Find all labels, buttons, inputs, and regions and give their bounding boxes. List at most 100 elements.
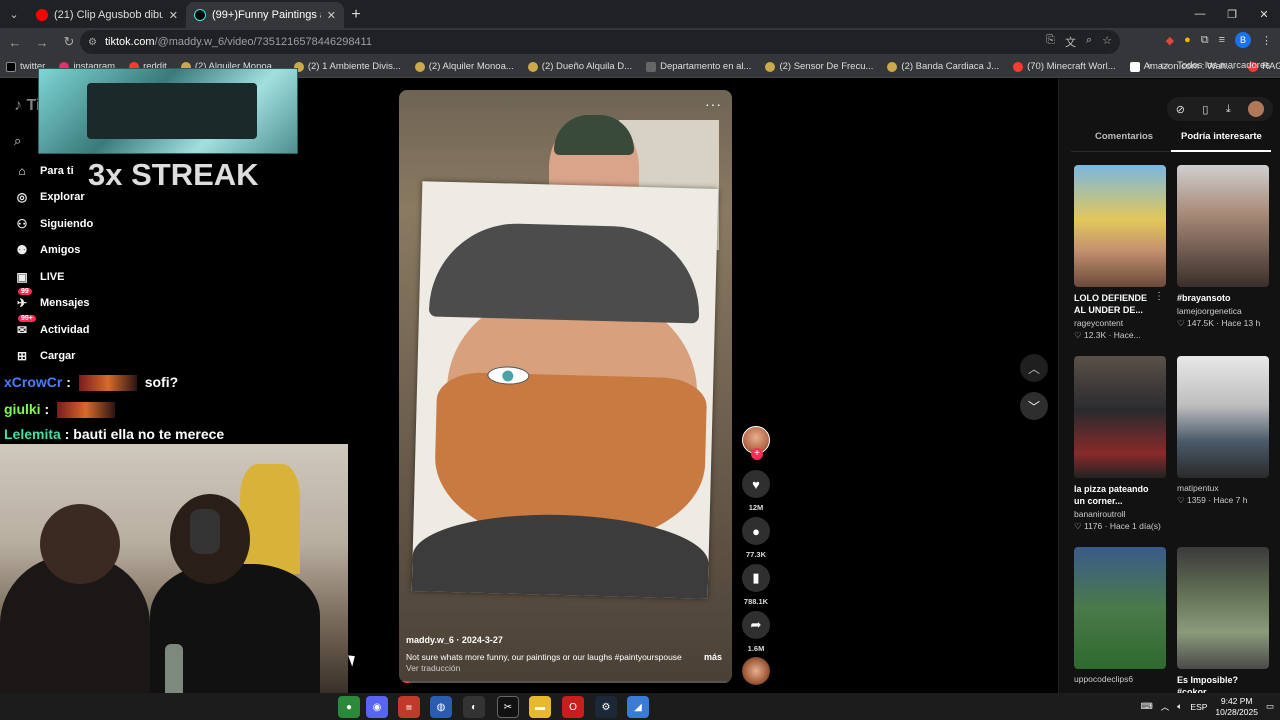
chat-emote	[78, 375, 137, 392]
previous-video-button[interactable]: ︿	[1020, 354, 1048, 382]
zoom-icon[interactable]: ⌕	[1086, 34, 1092, 50]
bookmark-item[interactable]: (2) Dueño Alquila D...	[527, 61, 632, 72]
close-window-icon[interactable]: ✕	[1248, 0, 1280, 28]
translate-link[interactable]: Ver traducción	[406, 663, 460, 673]
tab-title: (99+)Funny Paintings and Laug	[212, 9, 321, 21]
media-icon[interactable]: ≡	[1219, 34, 1225, 46]
save-button[interactable]: ▮	[742, 564, 770, 592]
maximize-icon[interactable]: ❐	[1216, 0, 1248, 28]
tab-tiktok[interactable]: (99+)Funny Paintings and Laug ✕	[186, 2, 344, 28]
chevron-up-icon[interactable]: ︿	[1161, 701, 1170, 713]
puzzle-icon[interactable]: ⧉	[1201, 34, 1209, 47]
install-app-icon[interactable]: ⎘	[1046, 34, 1055, 50]
app-icon[interactable]: ▤	[398, 696, 420, 718]
card-title: #brayansoto	[1177, 293, 1231, 303]
new-tab-button[interactable]: +	[344, 2, 368, 28]
capcut-icon[interactable]: ✂	[497, 696, 519, 718]
search-icon[interactable]: ⌕	[14, 133, 21, 149]
bookmark-item[interactable]: (2) Banda Cardiaca J...	[887, 61, 999, 72]
nav-actividad[interactable]: ✉ 99+ Actividad	[14, 315, 90, 338]
taskbar: ● ◉ ▤ ◍ ◐ ✂ ▬ O ⚙ ◢ ⌨ ︿ 🔈︎ ESP 9:42 PM 1…	[0, 693, 1280, 720]
nav-para-ti[interactable]: ⌂ Para ti	[14, 163, 73, 179]
share-button[interactable]: ➦	[742, 611, 770, 639]
more-icon[interactable]: ⋮	[1154, 291, 1164, 302]
bookmark-item[interactable]: (2) Alquiler Monoa...	[414, 61, 514, 72]
video-player[interactable]: ··· maddy.w_6 · 2024-3-27 Not sure whats…	[399, 90, 732, 683]
video-card[interactable]: uppocodeclips6	[1074, 547, 1166, 684]
phone-icon[interactable]: ▯	[1202, 103, 1208, 116]
video-progress[interactable]	[399, 681, 732, 683]
steam-icon[interactable]: ⚙	[595, 696, 617, 718]
chrome-icon[interactable]: ◍	[430, 696, 452, 718]
music-disc-icon[interactable]	[742, 657, 770, 685]
bookmark-item[interactable]: Departamento en al...	[646, 61, 751, 72]
extension-icon[interactable]: ◆	[1166, 34, 1174, 47]
translate-icon[interactable]: 文	[1065, 34, 1076, 50]
all-bookmarks-label[interactable]: Todos los marcadores	[1177, 60, 1270, 71]
site-info-icon[interactable]: ⚙	[88, 37, 97, 48]
video-card[interactable]: #brayansoto lamejoorgenetica ♡ 147.5K · …	[1177, 165, 1269, 329]
volume-icon[interactable]: 🔈︎	[1177, 701, 1182, 712]
nav-label: Cargar	[40, 350, 76, 362]
nav-mensajes[interactable]: ✈ 99 Mensajes	[14, 288, 90, 311]
nav-siguiendo[interactable]: ⚇ Siguiendo	[14, 216, 94, 232]
video-author[interactable]: maddy.w_6 · 2024-3-27	[406, 635, 503, 645]
forward-icon[interactable]: →	[30, 30, 54, 54]
nav-live[interactable]: ▣ LIVE	[14, 269, 64, 285]
nav-amigos[interactable]: ⚉ Amigos	[14, 242, 81, 258]
bookmark-star-icon[interactable]: ☆	[1102, 34, 1112, 50]
address-bar[interactable]: ⚙ tiktok.com/@maddy.w_6/video/7351216578…	[80, 30, 1120, 54]
close-tab-icon[interactable]: ✕	[169, 9, 178, 22]
bookmark-item[interactable]: (2) 1 Ambiente Divis...	[293, 61, 401, 72]
notification-icon[interactable]: ▭	[1266, 701, 1274, 712]
reload-icon[interactable]: ↻	[57, 30, 81, 54]
obs-icon[interactable]: ◐	[463, 696, 485, 718]
follow-plus-icon[interactable]: +	[751, 448, 763, 460]
minimize-icon[interactable]: —	[1184, 0, 1216, 28]
comment-button[interactable]: ●	[742, 517, 770, 545]
video-card[interactable]: matipentux ♡ 1359 · Hace 7 h	[1177, 356, 1269, 506]
bookmark-item[interactable]: (70) Minecraft Worl...	[1013, 61, 1116, 72]
keyboard-icon[interactable]: ⌨	[1141, 701, 1153, 712]
tab-comentarios[interactable]: Comentarios	[1095, 131, 1153, 142]
menu-icon[interactable]: ⋮	[1261, 34, 1272, 47]
more-link[interactable]: más	[704, 652, 722, 662]
folder-icon[interactable]: ▬	[529, 696, 551, 718]
extension-icon[interactable]: ●	[1184, 34, 1191, 46]
messages-badge: 99	[18, 288, 32, 295]
video-card[interactable]: la pizza pateando un corner... bananirou…	[1074, 356, 1166, 532]
friends-icon: ⚉	[16, 243, 28, 257]
video-card[interactable]: ⋮ LOLO DEFIENDE AL UNDER DE... rageycont…	[1074, 165, 1166, 341]
url-path: /@maddy.w_6/video/7351216578446298411	[154, 36, 372, 48]
profile-avatar[interactable]: B	[1235, 32, 1251, 48]
video-thumbnail	[1177, 547, 1269, 669]
avatar[interactable]	[1248, 101, 1265, 117]
nav-explorar[interactable]: ◎ Explorar	[14, 189, 85, 205]
tab-podria-interesarte[interactable]: Podría interesarte	[1181, 131, 1262, 142]
opera-icon[interactable]: O	[562, 696, 584, 718]
live-icon: ▣	[16, 270, 28, 284]
chevron-right-icon[interactable]: »	[1147, 60, 1152, 71]
compass-icon[interactable]: ⊘	[1176, 103, 1185, 116]
close-tab-icon[interactable]: ✕	[327, 9, 336, 22]
spotify-icon[interactable]: ●	[338, 696, 360, 718]
back-icon[interactable]: ←	[3, 30, 27, 54]
discord-icon[interactable]: ◉	[366, 696, 388, 718]
card-user: rageycontent	[1074, 318, 1124, 328]
video-card[interactable]: Es Imposible? #cokor	[1177, 547, 1269, 698]
language-indicator[interactable]: ESP	[1190, 702, 1207, 712]
nav-label: Mensajes	[40, 297, 90, 309]
tab-search-button[interactable]: ⌄	[0, 0, 28, 28]
like-button[interactable]: ♥	[742, 470, 770, 498]
download-icon[interactable]: ⤓	[1226, 103, 1231, 116]
next-video-button[interactable]: ﹀	[1020, 392, 1048, 420]
upload-icon: ⊞	[16, 349, 28, 363]
clock[interactable]: 9:42 PM 10/28/2025	[1215, 696, 1258, 718]
more-options-icon[interactable]: ···	[705, 96, 722, 112]
app-icon[interactable]: ◢	[627, 696, 649, 718]
bookmark-item[interactable]: (2) Sensor De Frecu...	[765, 61, 873, 72]
tab-youtube[interactable]: (21) Clip Agusbob dibujo - YouT ✕	[28, 2, 186, 28]
streak-overlay-image	[38, 68, 298, 154]
video-description: Not sure whats more funny, our paintings…	[406, 652, 682, 662]
nav-cargar[interactable]: ⊞ Cargar	[14, 348, 76, 364]
